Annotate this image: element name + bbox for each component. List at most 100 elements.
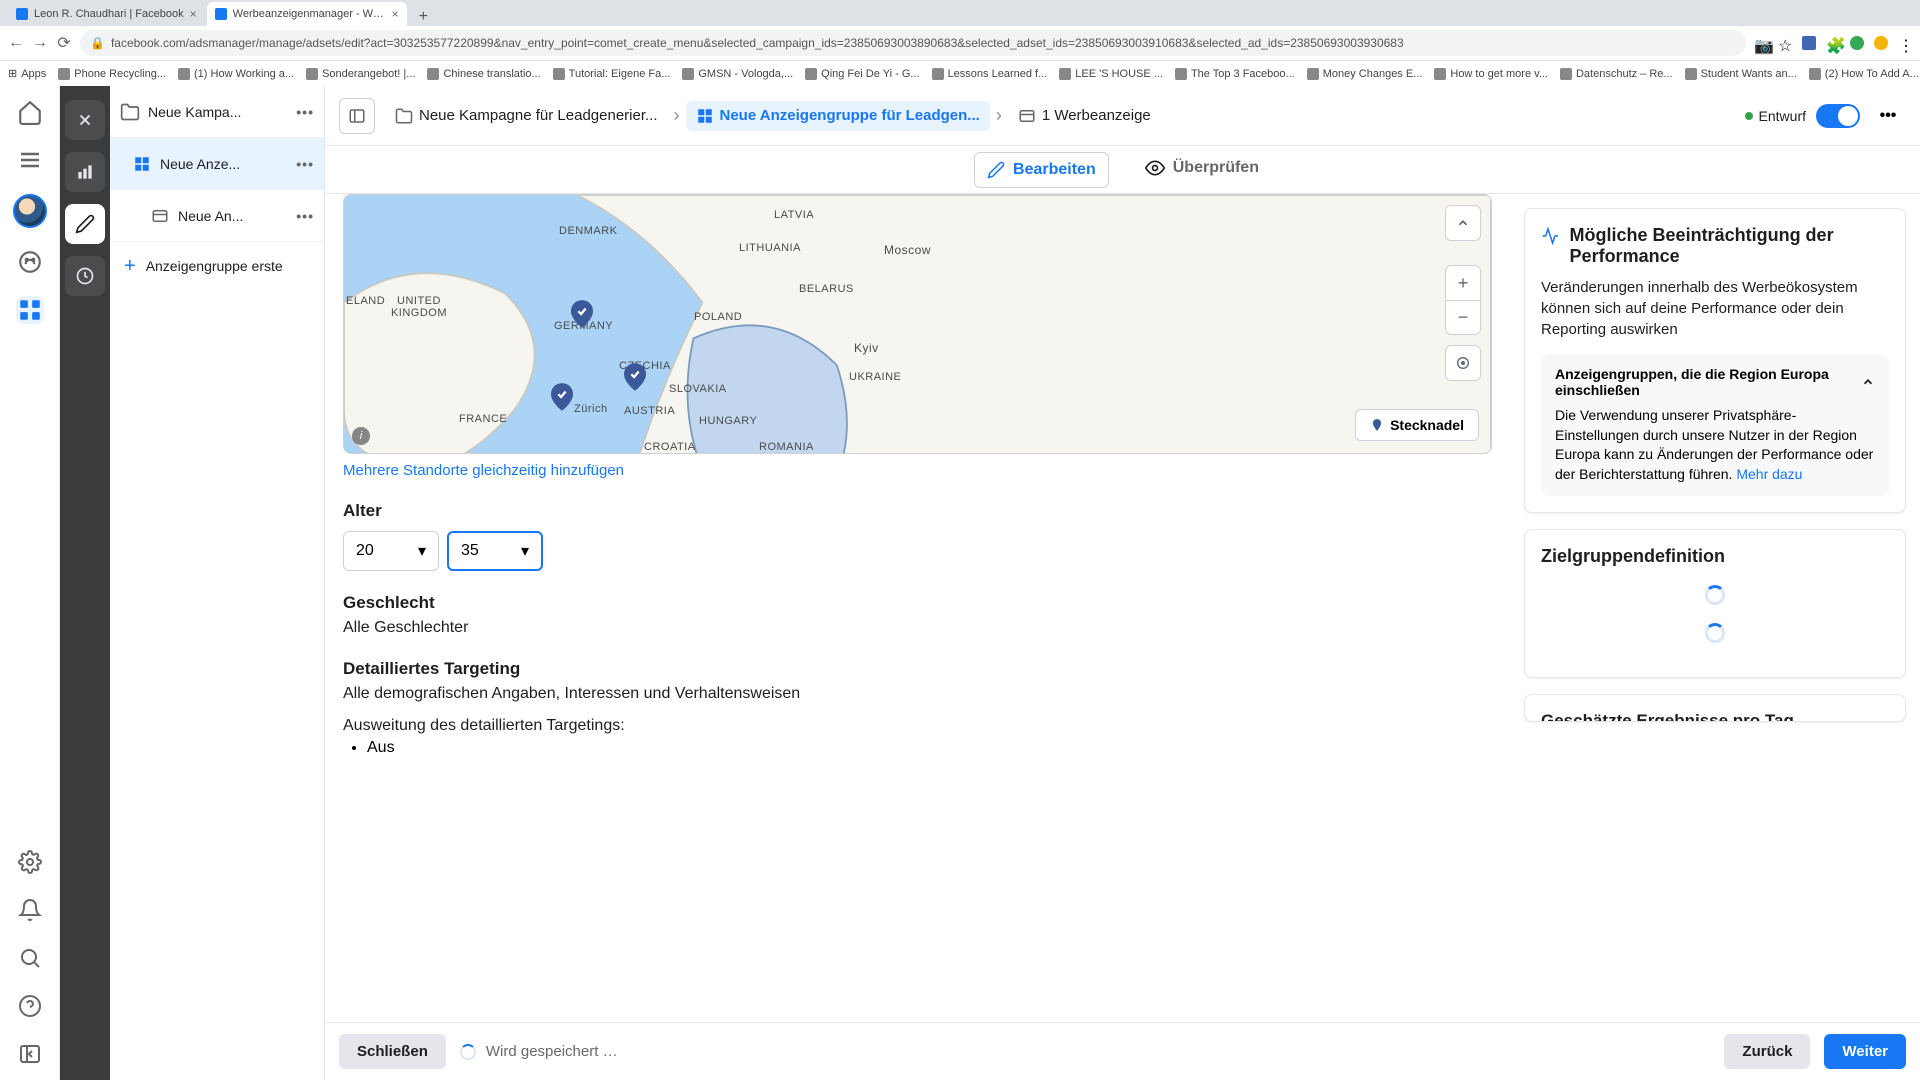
bookmark-item[interactable]: Qing Fei De Yi - G... (805, 68, 919, 80)
map-label: UKRAINE (849, 371, 901, 383)
profile-icon[interactable] (1874, 36, 1888, 50)
screenshot-icon[interactable]: 📷 (1754, 36, 1768, 50)
browser-actions: 📷 ☆ 🧩 ⋮ (1754, 36, 1912, 50)
avatar[interactable] (13, 194, 47, 228)
bookmark-item[interactable]: (2) How To Add A... (1809, 68, 1919, 80)
ad-icon (150, 206, 170, 226)
address-bar: ← → ⟳ 🔒 facebook.com/adsmanager/manage/a… (0, 26, 1920, 60)
bookmark-item[interactable]: Sonderangebot! |... (306, 68, 415, 80)
card-description: Veränderungen innerhalb des Werbeökosyst… (1541, 277, 1889, 340)
new-tab-button[interactable]: + (409, 8, 438, 26)
close-tab-icon[interactable]: × (190, 7, 197, 21)
add-adset-button[interactable]: + Anzeigengruppe erste (110, 242, 324, 290)
browser-tab[interactable]: Werbeanzeigenmanager - We... × (207, 2, 407, 26)
menu-icon[interactable] (16, 146, 44, 174)
map-label: UNITED KINGDOM (379, 295, 459, 319)
reload-icon[interactable]: ⟳ (56, 35, 72, 51)
tab-edit[interactable]: Bearbeiten (974, 152, 1109, 188)
gauge-icon[interactable] (16, 248, 44, 276)
close-button[interactable]: Schließen (339, 1034, 446, 1069)
breadcrumb-ad[interactable]: 1 Werbeanzeige (1008, 101, 1161, 131)
panel-toggle-button[interactable] (339, 98, 375, 134)
zoom-out-button[interactable]: − (1446, 300, 1480, 334)
add-multiple-locations-link[interactable]: Mehrere Standorte gleichzeitig hinzufüge… (343, 462, 1492, 479)
bookmark-item[interactable]: Chinese translatio... (427, 68, 540, 80)
tree-item-adset[interactable]: Neue Anze... ••• (110, 138, 324, 190)
tree-item-campaign[interactable]: Neue Kampa... ••• (110, 86, 324, 138)
menu-icon[interactable]: ⋮ (1898, 36, 1912, 50)
map-info-icon[interactable]: i (352, 427, 370, 445)
map-label: AUSTRIA (624, 405, 675, 417)
bookmark-item[interactable]: How to get more v... (1434, 68, 1548, 80)
forward-icon[interactable]: → (32, 35, 48, 51)
more-icon[interactable]: ••• (296, 156, 314, 172)
extension-icon[interactable] (1802, 36, 1816, 50)
map-label: LATVIA (774, 209, 814, 221)
bell-icon[interactable] (16, 896, 44, 924)
map-collapse-button[interactable] (1445, 205, 1481, 241)
global-nav-rail (0, 86, 60, 1080)
puzzle-icon[interactable]: 🧩 (1826, 36, 1840, 50)
campaign-tree: Neue Kampa... ••• Neue Anze... ••• Neue … (110, 86, 325, 1080)
back-button[interactable]: Zurück (1724, 1034, 1810, 1069)
form-area: DENMARK LATVIA LITHUANIA BELARUS UKRAINE… (325, 194, 1510, 1022)
settings-icon[interactable] (16, 848, 44, 876)
map-label: DENMARK (559, 225, 618, 237)
bookmark-item[interactable]: Phone Recycling... (58, 68, 166, 80)
browser-tab[interactable]: Leon R. Chaudhari | Facebook × (8, 2, 205, 26)
more-icon[interactable]: ••• (296, 104, 314, 120)
close-editor-button[interactable] (65, 100, 105, 140)
star-icon[interactable]: ☆ (1778, 36, 1792, 50)
help-icon[interactable] (16, 992, 44, 1020)
home-icon[interactable] (16, 98, 44, 126)
map-locate-button[interactable] (1445, 345, 1481, 381)
edit-step-icon[interactable] (65, 204, 105, 244)
bookmark-item[interactable]: Money Changes E... (1307, 68, 1423, 80)
learn-more-link[interactable]: Mehr dazu (1736, 466, 1802, 482)
bookmark-item[interactable]: ⊞Apps (8, 67, 46, 80)
map-pin-icon (551, 383, 573, 411)
next-button[interactable]: Weiter (1824, 1034, 1906, 1069)
search-icon[interactable] (16, 944, 44, 972)
gender-label: Geschlecht (343, 593, 1492, 613)
targeting-expansion-value: Aus (367, 739, 1492, 757)
age-max-select[interactable]: 35 ▾ (447, 531, 543, 571)
location-map[interactable]: DENMARK LATVIA LITHUANIA BELARUS UKRAINE… (343, 194, 1492, 454)
bookmark-item[interactable]: Datenschutz – Re... (1560, 68, 1673, 80)
favicon-icon (1685, 68, 1697, 80)
zoom-in-button[interactable]: + (1446, 266, 1480, 300)
right-column: Mögliche Beeinträchtigung der Performanc… (1510, 194, 1920, 1022)
more-icon[interactable]: ••• (296, 208, 314, 224)
tree-item-ad[interactable]: Neue An... ••• (110, 190, 324, 242)
breadcrumb-adset[interactable]: Neue Anzeigengruppe für Leadgen... (686, 101, 990, 131)
drop-pin-button[interactable]: Stecknadel (1355, 409, 1479, 441)
bookmark-item[interactable]: GMSN - Vologda,... (682, 68, 793, 80)
bookmark-item[interactable]: Lessons Learned f... (932, 68, 1048, 80)
age-min-select[interactable]: 20 ▾ (343, 531, 439, 571)
favicon-icon (427, 68, 439, 80)
map-label: POLAND (694, 311, 742, 323)
url-field[interactable]: 🔒 facebook.com/adsmanager/manage/adsets/… (80, 30, 1746, 56)
chevron-down-icon: ▾ (418, 541, 426, 561)
breadcrumb-campaign[interactable]: Neue Kampagne für Leadgenerier... (385, 101, 668, 131)
favicon-icon (932, 68, 944, 80)
estimated-results-card: Geschätzte Ergebnisse pro Tag (1524, 694, 1906, 722)
overflow-button[interactable]: ••• (1870, 98, 1906, 134)
publish-toggle[interactable] (1816, 104, 1860, 128)
history-step-icon[interactable] (65, 256, 105, 296)
collapse-icon[interactable] (16, 1040, 44, 1068)
ads-manager-icon[interactable] (16, 296, 44, 324)
charts-step-icon[interactable] (65, 152, 105, 192)
tab-review[interactable]: Überprüfen (1133, 146, 1271, 193)
chevron-up-icon[interactable] (1861, 375, 1875, 389)
bookmark-item[interactable]: LEE 'S HOUSE ... (1059, 68, 1163, 80)
close-tab-icon[interactable]: × (392, 7, 399, 21)
back-icon[interactable]: ← (8, 35, 24, 51)
bookmark-item[interactable]: The Top 3 Faceboo... (1175, 68, 1295, 80)
bookmark-item[interactable]: (1) How Working a... (178, 68, 294, 80)
step-rail (60, 86, 110, 1080)
status-badge: Entwurf (1745, 108, 1806, 124)
bookmark-item[interactable]: Student Wants an... (1685, 68, 1797, 80)
bookmark-item[interactable]: Tutorial: Eigene Fa... (553, 68, 671, 80)
extension-icon[interactable] (1850, 36, 1864, 50)
